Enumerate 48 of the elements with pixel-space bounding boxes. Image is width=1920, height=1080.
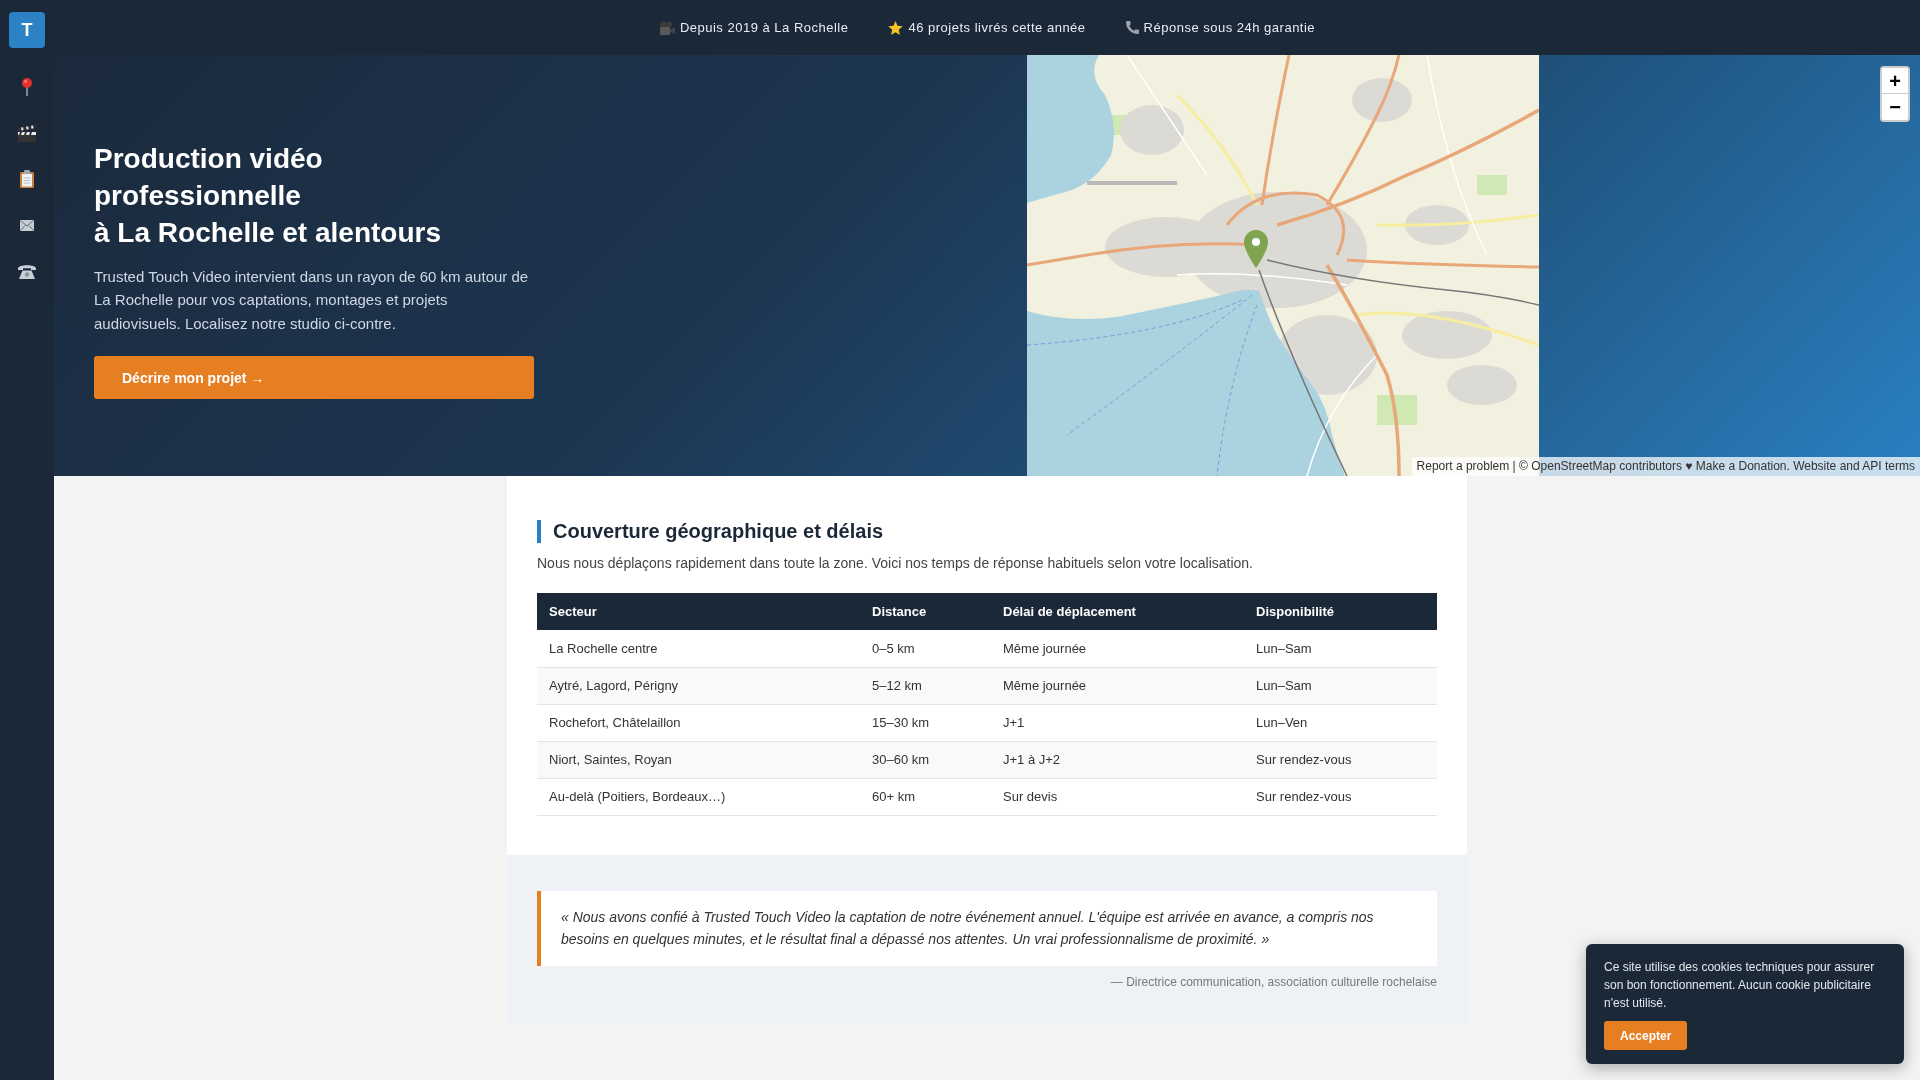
table-cell: 60+ km — [860, 778, 991, 815]
clapperboard-icon[interactable] — [18, 124, 36, 142]
section-intro: Nous nous déplaçons rapidement dans toute la zone. Voici nos temps de réponse habituels selon votre localisation. — [537, 554, 1254, 573]
column-header: Délai de déplacement — [991, 593, 1244, 630]
highlight-text: 46 projets livrés cette année — [908, 20, 1086, 35]
table-cell: Au-delà (Poitiers, Bordeaux…) — [537, 778, 860, 815]
table-cell: 0–5 km — [860, 630, 991, 667]
map-marker-icon[interactable] — [1244, 230, 1268, 268]
table-cell: J+1 à J+2 — [991, 741, 1244, 778]
telephone-icon[interactable] — [18, 263, 36, 279]
table-cell: 30–60 km — [860, 741, 991, 778]
section-heading: Couverture géographique et délais — [537, 520, 1437, 543]
table-cell: Sur devis — [991, 778, 1244, 815]
hero-title: Production vidéo professionnelle à La Rochelle et alentours — [94, 142, 442, 250]
quote-author: — Directrice communication, association culturelle rochelaise — [1109, 973, 1437, 990]
highlight-text: Réponse sous 24h garantie — [1143, 20, 1316, 35]
column-header: Distance — [860, 593, 991, 630]
table-cell: Sur rendez-vous — [1244, 778, 1437, 815]
accept-button[interactable]: Accepter — [1604, 1021, 1688, 1050]
testimonial-quote: « Nous avons confié à Trusted Touch Video la captation de notre événement annuel. L'équipe est arrivée en avance, a compris nos besoins en quelques minutes, et le résultat final a dépassé nos attentes. Un vrai professionnalisme de proximité. » — [537, 890, 1437, 966]
table-cell: Sur rendez-vous — [1244, 741, 1437, 778]
pushpin-icon[interactable] — [22, 78, 32, 96]
table-cell: La Rochelle centre — [537, 630, 860, 667]
zoom-in-button[interactable]: + — [1882, 68, 1908, 94]
table-cell: Aytré, Lagord, Périgny — [537, 667, 860, 704]
movie-camera-icon — [658, 20, 675, 35]
table-cell: Lun–Sam — [1244, 667, 1437, 704]
hero-description: Trusted Touch Video intervient dans un rayon de 60 km autour de La Rochelle pour vos captations, montages et projets audiovisuels. Localisez notre studio ci-contre. — [94, 267, 530, 334]
logo[interactable]: T — [9, 12, 45, 48]
table-cell: Niort, Saintes, Royan — [537, 741, 860, 778]
table-cell: 5–12 km — [860, 667, 991, 704]
clipboard-icon[interactable] — [20, 170, 34, 188]
table-cell: Même journée — [991, 630, 1244, 667]
star-icon — [888, 20, 904, 35]
table-cell: 15–30 km — [860, 704, 991, 741]
phone-icon — [1125, 21, 1139, 34]
table-cell: Rochefort, Châtelaillon — [537, 704, 860, 741]
column-header: Secteur — [537, 593, 860, 630]
envelope-icon[interactable] — [20, 219, 34, 231]
table-cell: Même journée — [991, 667, 1244, 704]
map-attribution: Report a problem | © OpenStreetMap contributors ♥ Make a Donation. Website and API terms — [1411, 457, 1920, 476]
project-button[interactable]: Décrire mon projet → — [94, 356, 534, 400]
cookie-text: Ce site utilise des cookies techniques pour assurer son bon fonctionnement. Aucun cookie publicitaire n'est utilisé. — [1604, 959, 1876, 1012]
highlight-text: Depuis 2019 à La Rochelle — [679, 20, 849, 35]
table-cell: J+1 — [991, 704, 1244, 741]
column-header: Disponibilité — [1244, 593, 1437, 630]
table-cell: Lun–Sam — [1244, 630, 1437, 667]
table-cell: Lun–Ven — [1244, 704, 1437, 741]
